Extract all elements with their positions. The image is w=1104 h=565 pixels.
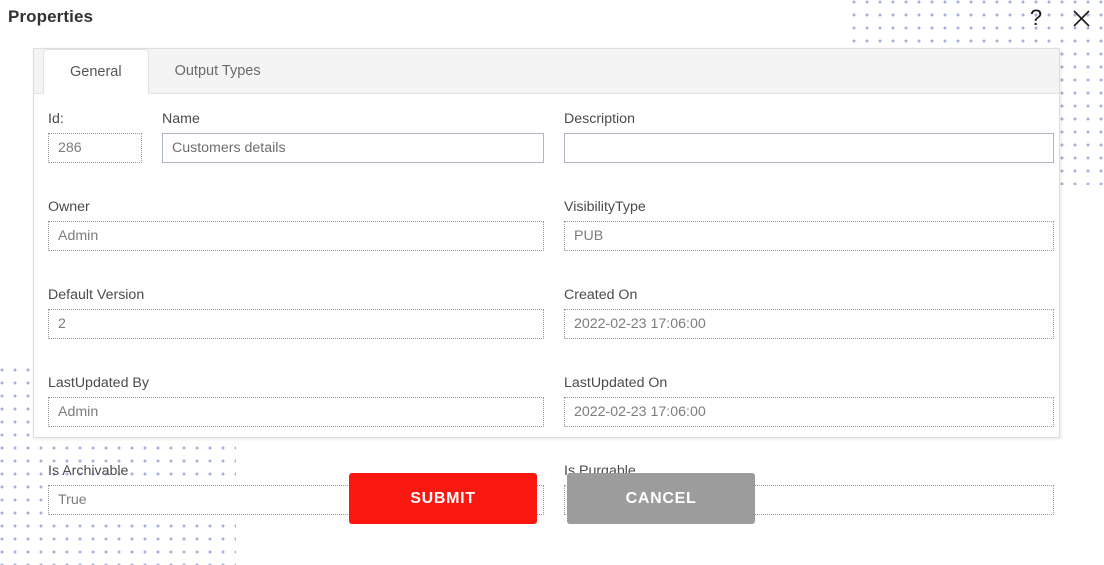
tab-output-types[interactable]: Output Types bbox=[149, 49, 287, 93]
input-visibility-type[interactable] bbox=[564, 221, 1054, 251]
label-owner: Owner bbox=[48, 199, 90, 215]
label-id: Id: bbox=[48, 111, 64, 127]
submit-button[interactable]: SUBMIT bbox=[349, 473, 537, 524]
field-group-owner: Owner bbox=[48, 199, 544, 251]
field-group-visibility-type: VisibilityType bbox=[564, 199, 1054, 251]
field-group-default-version: Default Version bbox=[48, 287, 544, 339]
row-spacer bbox=[48, 339, 1045, 375]
input-default-version[interactable] bbox=[48, 309, 544, 339]
row-spacer bbox=[48, 251, 1045, 287]
label-created-on: Created On bbox=[564, 287, 638, 303]
label-description: Description bbox=[564, 111, 635, 127]
tab-general[interactable]: General bbox=[43, 49, 149, 94]
label-name: Name bbox=[162, 111, 200, 127]
label-visibility-type: VisibilityType bbox=[564, 199, 646, 215]
form-row: Default Version Created On bbox=[48, 287, 1054, 339]
field-group-lastupdated-by: LastUpdated By bbox=[48, 375, 544, 427]
field-group-name: Name bbox=[162, 111, 544, 163]
input-lastupdated-on[interactable] bbox=[564, 397, 1054, 427]
input-created-on[interactable] bbox=[564, 309, 1054, 339]
field-group-description: Description bbox=[564, 111, 1054, 163]
tab-bar: General Output Types bbox=[34, 49, 1059, 94]
input-lastupdated-by[interactable] bbox=[48, 397, 544, 427]
label-lastupdated-by: LastUpdated By bbox=[48, 375, 149, 391]
field-group-lastupdated-on: LastUpdated On bbox=[564, 375, 1054, 427]
label-default-version: Default Version bbox=[48, 287, 145, 303]
general-tab-form: Id: Name Description Owner VisibilityTyp… bbox=[34, 94, 1059, 515]
cancel-button[interactable]: CANCEL bbox=[567, 473, 755, 524]
help-icon[interactable]: ? bbox=[1021, 3, 1051, 33]
row-spacer bbox=[48, 163, 1045, 199]
input-name[interactable] bbox=[162, 133, 544, 163]
input-id[interactable] bbox=[48, 133, 142, 163]
input-owner[interactable] bbox=[48, 221, 544, 251]
input-description[interactable] bbox=[564, 133, 1054, 163]
close-icon[interactable] bbox=[1066, 3, 1096, 33]
field-group-id: Id: bbox=[48, 111, 142, 163]
field-group-created-on: Created On bbox=[564, 287, 1054, 339]
properties-panel: General Output Types Id: Name Descriptio… bbox=[33, 48, 1060, 515]
row-spacer bbox=[48, 427, 1045, 463]
dialog-titlebar: Properties ? bbox=[0, 0, 1104, 37]
form-row: Id: Name Description bbox=[48, 111, 1054, 163]
label-lastupdated-on: LastUpdated On bbox=[564, 375, 668, 391]
dialog-button-bar: SUBMIT CANCEL bbox=[0, 473, 1104, 524]
form-row: LastUpdated By LastUpdated On bbox=[48, 375, 1054, 427]
page-title: Properties bbox=[8, 7, 94, 26]
form-row: Owner VisibilityType bbox=[48, 199, 1054, 251]
